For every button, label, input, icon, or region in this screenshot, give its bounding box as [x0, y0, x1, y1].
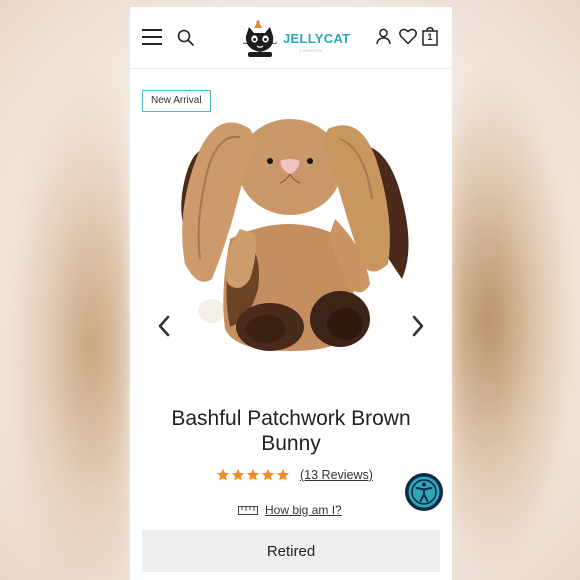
carousel-prev-icon[interactable]: [157, 315, 171, 337]
bag-count: 1: [427, 32, 433, 42]
star-icon: [276, 468, 290, 481]
size-guide-row[interactable]: How big am I?: [238, 501, 342, 519]
background-blur-right: [450, 60, 580, 580]
new-arrival-badge: New Arrival: [142, 90, 211, 112]
star-rating: [216, 468, 290, 482]
carousel-next-icon[interactable]: [411, 315, 425, 337]
product-title-line-1: Bashful Patchwork Brown: [171, 407, 411, 430]
rating-row: (13 Reviews): [216, 466, 373, 484]
product-image[interactable]: [140, 89, 442, 379]
heart-icon[interactable]: [399, 28, 417, 45]
brand-name: JELLYCAT: [283, 31, 351, 46]
retired-status-button[interactable]: Retired: [142, 530, 440, 572]
brand-subtitle: LONDON: [300, 48, 324, 53]
ruler-icon: [238, 505, 258, 515]
account-icon[interactable]: [376, 28, 391, 45]
background-blur-left: [0, 60, 130, 580]
product-title: Bashful Patchwork Brown Bunny: [130, 406, 452, 456]
accessibility-icon[interactable]: [404, 472, 444, 512]
site-header: JELLYCAT LONDON 1: [130, 7, 452, 69]
star-icon: [246, 468, 260, 481]
menu-icon[interactable]: [142, 29, 162, 45]
cat-logo-icon: [242, 20, 278, 57]
size-guide-link[interactable]: How big am I?: [265, 503, 342, 517]
reviews-link[interactable]: (13 Reviews): [300, 468, 373, 482]
star-icon: [261, 468, 275, 481]
star-icon: [231, 468, 245, 481]
brand-logo[interactable]: JELLYCAT LONDON: [240, 19, 350, 59]
search-icon[interactable]: [177, 29, 194, 46]
star-icon: [216, 468, 230, 481]
product-title-line-2: Bunny: [261, 432, 321, 455]
